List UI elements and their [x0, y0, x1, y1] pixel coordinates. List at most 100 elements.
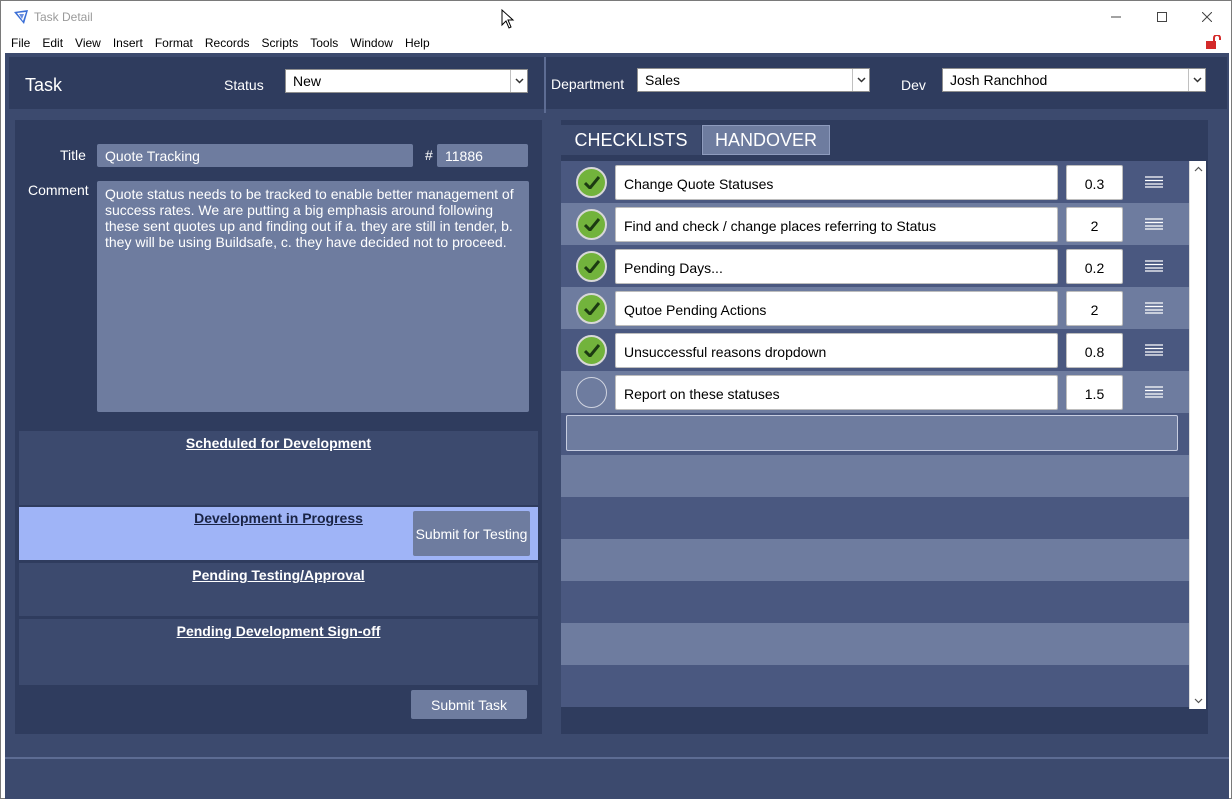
checklist-row: Pending Days... 0.2	[561, 245, 1189, 287]
drag-handle-icon[interactable]	[1145, 344, 1163, 356]
tab-handover[interactable]: HANDOVER	[702, 125, 830, 155]
checklist-panel: CHECKLISTS HANDOVER Change Quote Statuse…	[561, 120, 1208, 734]
scroll-up-icon[interactable]	[1190, 161, 1206, 177]
drag-handle-icon[interactable]	[1145, 176, 1163, 188]
menu-view[interactable]: View	[69, 33, 107, 53]
dev-value: Josh Ranchhod	[950, 72, 1048, 88]
stage-title[interactable]: Pending Testing/Approval	[19, 567, 538, 583]
menu-scripts[interactable]: Scripts	[256, 33, 305, 53]
scroll-down-icon[interactable]	[1190, 693, 1206, 709]
menu-records[interactable]: Records	[199, 33, 256, 53]
submit-for-testing-button[interactable]: Submit for Testing	[413, 511, 530, 556]
department-select[interactable]: Sales	[637, 68, 870, 92]
status-label: Status	[224, 77, 264, 93]
stage-title[interactable]: Scheduled for Development	[19, 435, 538, 451]
app-window: Task Detail File Edit View Insert Format…	[0, 0, 1232, 799]
empty-row	[561, 455, 1189, 497]
status-value: New	[293, 73, 322, 89]
checkmark-icon	[583, 260, 600, 273]
check-toggle[interactable]	[576, 167, 607, 198]
menu-bar: File Edit View Insert Format Records Scr…	[1, 33, 1231, 53]
checklist-row: Report on these statuses 1.5	[561, 371, 1189, 413]
checkmark-icon	[583, 344, 600, 357]
checklist-item-value[interactable]: 0.3	[1066, 165, 1123, 200]
empty-row	[561, 623, 1189, 665]
menu-window[interactable]: Window	[344, 33, 399, 53]
menu-file[interactable]: File	[5, 33, 36, 53]
task-detail-panel: Title Quote Tracking # 11886 Comment Quo…	[15, 120, 542, 734]
dev-label: Dev	[901, 77, 926, 93]
drag-handle-icon[interactable]	[1145, 218, 1163, 230]
app-content: Task Status New Department Sales Dev Jos…	[5, 53, 1229, 799]
check-toggle[interactable]	[576, 293, 607, 324]
task-header: Task Status New Department Sales Dev Jos…	[9, 57, 1227, 113]
menu-edit[interactable]: Edit	[36, 33, 69, 53]
checkmark-icon	[583, 176, 600, 189]
maximize-button[interactable]	[1139, 1, 1185, 33]
header-divider	[544, 57, 546, 113]
checklist-item-value[interactable]: 1.5	[1066, 375, 1123, 410]
close-button[interactable]	[1184, 1, 1230, 33]
chevron-down-icon	[510, 70, 527, 92]
chevron-down-icon	[1188, 69, 1205, 91]
menu-help[interactable]: Help	[399, 33, 436, 53]
checklist-row: Change Quote Statuses 0.3	[561, 161, 1189, 203]
stage-pending-testing: Pending Testing/Approval	[19, 563, 538, 616]
checklist-scrollbar[interactable]	[1189, 161, 1206, 709]
task-heading: Task	[25, 75, 63, 95]
new-checklist-item-input[interactable]	[566, 415, 1178, 451]
empty-row	[561, 665, 1189, 707]
empty-row	[561, 581, 1189, 623]
checklist-item-text[interactable]: Change Quote Statuses	[615, 165, 1058, 200]
chevron-down-icon	[852, 69, 869, 91]
checklist-item-text[interactable]: Qutoe Pending Actions	[615, 291, 1058, 326]
checklist-item-text[interactable]: Find and check / change places referring…	[615, 207, 1058, 242]
unlocked-lock-icon[interactable]	[1205, 35, 1221, 49]
department-label: Department	[551, 76, 625, 92]
checklist-item-text[interactable]: Report on these statuses	[615, 375, 1058, 410]
menu-format[interactable]: Format	[149, 33, 199, 53]
checkmark-icon	[583, 302, 600, 315]
title-bar: Task Detail	[1, 1, 1231, 33]
drag-handle-icon[interactable]	[1145, 386, 1163, 398]
checklist-item-value[interactable]: 2	[1066, 291, 1123, 326]
checkmark-icon	[583, 218, 600, 231]
stage-scheduled: Scheduled for Development	[19, 431, 538, 505]
minimize-button[interactable]	[1093, 1, 1139, 33]
mouse-cursor-icon	[501, 9, 515, 29]
dev-select[interactable]: Josh Ranchhod	[942, 68, 1206, 92]
minimize-icon	[1111, 16, 1121, 18]
checklist-item-value[interactable]: 2	[1066, 207, 1123, 242]
footer-divider	[5, 757, 1229, 759]
tab-checklists[interactable]: CHECKLISTS	[561, 125, 701, 155]
title-field[interactable]: Quote Tracking	[97, 144, 413, 167]
checklist-item-value[interactable]: 0.8	[1066, 333, 1123, 368]
check-toggle[interactable]	[576, 377, 607, 408]
checklist-row: Find and check / change places referring…	[561, 203, 1189, 245]
submit-task-button[interactable]: Submit Task	[411, 690, 527, 719]
check-toggle[interactable]	[576, 335, 607, 366]
check-toggle[interactable]	[576, 251, 607, 282]
checklist-row: Unsuccessful reasons dropdown 0.8	[561, 329, 1189, 371]
checklist-item-text[interactable]: Pending Days...	[615, 249, 1058, 284]
task-number-field[interactable]: 11886	[437, 144, 528, 167]
menu-tools[interactable]: Tools	[304, 33, 344, 53]
title-label: Title	[60, 147, 86, 163]
checklist-item-text[interactable]: Unsuccessful reasons dropdown	[615, 333, 1058, 368]
checklist-row: Qutoe Pending Actions 2	[561, 287, 1189, 329]
stage-title[interactable]: Pending Development Sign-off	[19, 623, 538, 639]
department-value: Sales	[645, 72, 681, 88]
app-logo-icon	[14, 10, 28, 24]
menu-insert[interactable]: Insert	[107, 33, 149, 53]
checklist-item-value[interactable]: 0.2	[1066, 249, 1123, 284]
stage-pending-signoff: Pending Development Sign-off	[19, 619, 538, 685]
stage-in-progress: Development in Progress Submit for Testi…	[19, 507, 538, 560]
comment-field[interactable]: Quote status needs to be tracked to enab…	[97, 181, 529, 412]
drag-handle-icon[interactable]	[1145, 260, 1163, 272]
check-toggle[interactable]	[576, 209, 607, 240]
empty-row	[561, 497, 1189, 539]
maximize-icon	[1157, 12, 1167, 22]
drag-handle-icon[interactable]	[1145, 302, 1163, 314]
comment-label: Comment	[28, 182, 89, 198]
status-select[interactable]: New	[285, 69, 528, 93]
